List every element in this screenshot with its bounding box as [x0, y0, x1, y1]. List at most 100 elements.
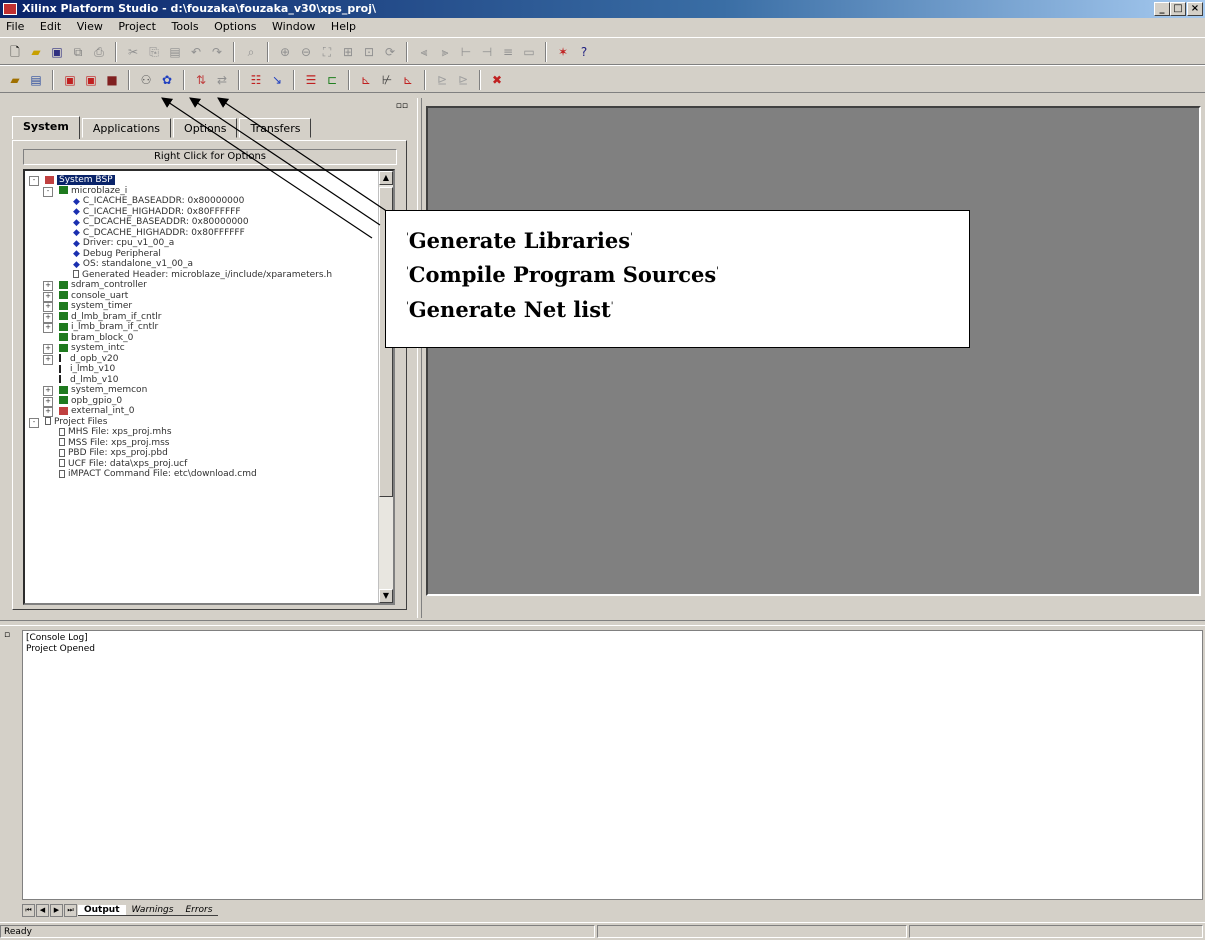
menu-help[interactable]: Help	[325, 20, 362, 33]
tree-node[interactable]: d_lmb_v10	[25, 375, 377, 386]
tree-node[interactable]: + d_lmb_bram_if_cntlr	[25, 312, 377, 323]
minimize-button[interactable]: _	[1154, 2, 1170, 16]
horizontal-splitter[interactable]	[0, 620, 1205, 626]
expand-icon[interactable]: +	[43, 407, 53, 417]
generate-bit-icon[interactable]: ■	[103, 71, 121, 89]
tree-node[interactable]: ◆ OS: standalone_v1_00_a	[25, 259, 377, 270]
tab-applications[interactable]: Applications	[81, 118, 172, 138]
expand-icon[interactable]: +	[43, 302, 53, 312]
menu-options[interactable]: Options	[208, 20, 262, 33]
expand-icon[interactable]: +	[43, 344, 53, 354]
disconnect-icon[interactable]: ⊣	[478, 43, 496, 61]
scroll-down-icon[interactable]: ▼	[379, 589, 393, 603]
tree-node[interactable]: PBD File: xps_proj.pbd	[25, 448, 377, 459]
tree-node[interactable]: ◆ C_DCACHE_BASEADDR: 0x80000000	[25, 217, 377, 228]
save-icon[interactable]: ▣	[48, 43, 66, 61]
impact-icon[interactable]: ↘	[268, 71, 286, 89]
zoom-select-icon[interactable]: ⊡	[360, 43, 378, 61]
expand-icon[interactable]: +	[43, 312, 53, 323]
expand-icon[interactable]: +	[43, 281, 53, 291]
collapse-icon[interactable]: -	[43, 186, 53, 197]
sim-model-icon[interactable]: ☰	[302, 71, 320, 89]
expand-icon[interactable]: +	[43, 396, 53, 407]
align-right-icon[interactable]: ⫸	[436, 43, 454, 61]
copy-icon[interactable]: ⎘	[145, 43, 163, 61]
panel-restore-icon[interactable]: ▫▫	[386, 100, 408, 112]
expand-icon[interactable]: +	[43, 291, 53, 302]
tree-node[interactable]: + system_memcon	[25, 385, 377, 396]
compile-sources-icon[interactable]: ✿	[158, 71, 176, 89]
project-options-icon[interactable]: ▤	[27, 71, 45, 89]
tree-node[interactable]: ◆ C_ICACHE_HIGHADDR: 0x80FFFFFF	[25, 207, 377, 218]
tree-node[interactable]: i_lmb_v10	[25, 364, 377, 375]
collapse-icon[interactable]: -	[29, 417, 39, 428]
sim-compile-icon[interactable]: ⊏	[323, 71, 341, 89]
console-pin-icon[interactable]: ▫	[4, 630, 14, 642]
port-icon[interactable]: ▭	[520, 43, 538, 61]
collapse-icon[interactable]: -	[29, 176, 39, 186]
tree-node[interactable]: iMPACT Command File: etc\download.cmd	[25, 469, 377, 480]
print-icon[interactable]: ⎙	[90, 43, 108, 61]
open-icon[interactable]: ▰	[27, 43, 45, 61]
tree-node[interactable]: + system_intc	[25, 343, 377, 354]
tree-node[interactable]: - Project Files	[25, 417, 377, 428]
add-core-icon[interactable]: ▰	[6, 71, 24, 89]
tree-node[interactable]: + sdram_controller	[25, 280, 377, 291]
generate-netlist-icon[interactable]: ⇅	[192, 71, 210, 89]
menu-project[interactable]: Project	[112, 20, 162, 33]
menu-edit[interactable]: Edit	[34, 20, 67, 33]
zoom-in-icon[interactable]: ⊕	[276, 43, 294, 61]
connect-icon[interactable]: ⊢	[457, 43, 475, 61]
prev-tab-icon[interactable]: ◀	[36, 903, 49, 917]
tree-node[interactable]: ◆ C_DCACHE_HIGHADDR: 0x80FFFFFF	[25, 228, 377, 239]
tab-options[interactable]: Options	[173, 118, 238, 138]
menu-file[interactable]: File	[0, 20, 30, 33]
tree-node[interactable]: + console_uart	[25, 291, 377, 302]
tab-system[interactable]: System	[12, 116, 80, 139]
download-icon[interactable]: ☷	[247, 71, 265, 89]
tree-node[interactable]: bram_block_0	[25, 333, 377, 344]
xmd-icon[interactable]: ⊾	[357, 71, 375, 89]
zoom-out-icon[interactable]: ⊖	[297, 43, 315, 61]
expand-icon[interactable]: +	[43, 386, 53, 396]
tree-node[interactable]: ◆ Driver: cpu_v1_00_a	[25, 238, 377, 249]
debugger-icon[interactable]: ⊬	[378, 71, 396, 89]
vertical-splitter[interactable]	[417, 98, 422, 618]
tab-warnings[interactable]: Warnings	[125, 905, 180, 916]
system-tree[interactable]: - System BSP - microblaze_i ◆ C_ICACHE_BASEAD…	[23, 169, 395, 605]
find-icon[interactable]: ⌕	[242, 43, 260, 61]
tree-node[interactable]: + system_timer	[25, 301, 377, 312]
tree-node[interactable]: + d_opb_v20	[25, 354, 377, 365]
platgen-icon[interactable]: ⊾	[399, 71, 417, 89]
menu-window[interactable]: Window	[266, 20, 321, 33]
help-icon[interactable]: ?	[575, 43, 593, 61]
paste-icon[interactable]: ▤	[166, 43, 184, 61]
zoom-fit-icon[interactable]: ⛶	[318, 43, 336, 61]
close-button[interactable]: ×	[1187, 2, 1203, 16]
update-bitstream-icon[interactable]: ⇄	[213, 71, 231, 89]
tab-errors[interactable]: Errors	[179, 905, 219, 916]
undo-icon[interactable]: ↶	[187, 43, 205, 61]
last-tab-icon[interactable]: ⏭	[64, 903, 77, 917]
first-tab-icon[interactable]: ⏮	[22, 903, 35, 917]
generate-bsp-icon[interactable]: ▣	[82, 71, 100, 89]
refresh-icon[interactable]: ⟳	[381, 43, 399, 61]
tab-output[interactable]: Output	[78, 904, 126, 916]
cut-icon[interactable]: ✂	[124, 43, 142, 61]
tree-node[interactable]: MSS File: xps_proj.mss	[25, 438, 377, 449]
align-left-icon[interactable]: ⫷	[415, 43, 433, 61]
expand-icon[interactable]: +	[43, 354, 53, 365]
tree-node[interactable]: + external_int_0	[25, 406, 377, 417]
menu-view[interactable]: View	[71, 20, 109, 33]
stop-icon[interactable]: ✖	[488, 71, 506, 89]
clean-icon[interactable]: ⊵	[454, 71, 472, 89]
libgen-icon[interactable]: ⊵	[433, 71, 451, 89]
tree-node[interactable]: Generated Header: microblaze_i/include/x…	[25, 270, 377, 281]
scroll-up-icon[interactable]: ▲	[379, 171, 393, 185]
tree-node[interactable]: + i_lmb_bram_if_cntlr	[25, 322, 377, 333]
save-all-icon[interactable]: ⧉	[69, 43, 87, 61]
generate-libraries-icon[interactable]: ⚇	[137, 71, 155, 89]
maximize-button[interactable]: □	[1170, 2, 1186, 16]
console-log[interactable]: [Console Log] Project Opened	[22, 630, 1203, 900]
menu-tools[interactable]: Tools	[165, 20, 204, 33]
